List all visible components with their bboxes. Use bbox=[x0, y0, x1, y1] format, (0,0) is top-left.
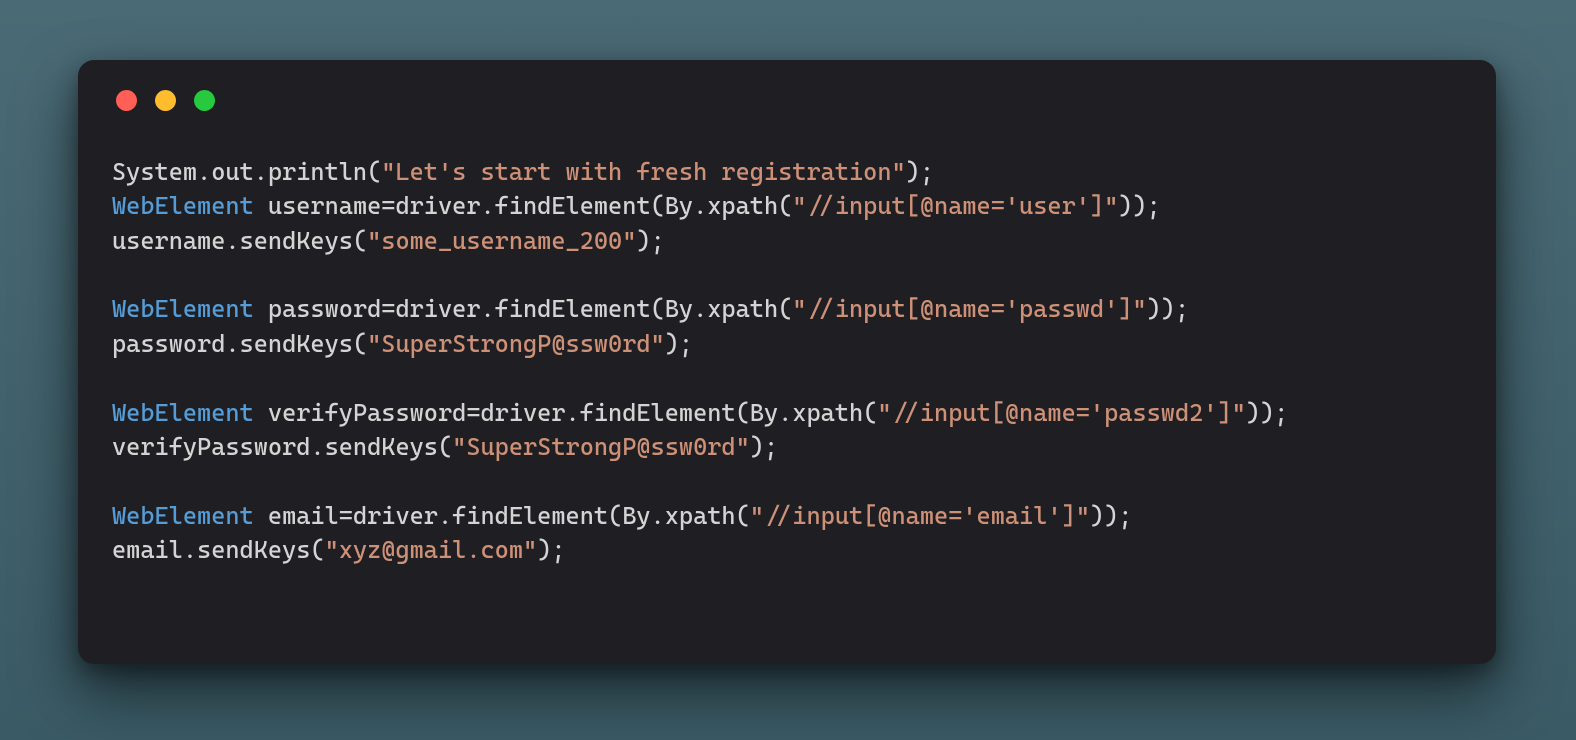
code-token: "xyz@gmail.com" bbox=[325, 536, 538, 564]
code-line: email.sendKeys("xyz@gmail.com"); bbox=[112, 533, 1462, 567]
code-token: "Let's start with fresh registration" bbox=[381, 158, 905, 186]
minimize-icon[interactable] bbox=[155, 90, 176, 111]
code-line: WebElement verifyPassword=driver.findEle… bbox=[112, 396, 1462, 430]
code-token: email=driver.findElement(By.xpath( bbox=[254, 502, 750, 530]
code-token: username=driver.findElement(By.xpath( bbox=[254, 192, 793, 220]
code-line: password.sendKeys("SuperStrongP@ssw0rd")… bbox=[112, 327, 1462, 361]
code-line: WebElement username=driver.findElement(B… bbox=[112, 189, 1462, 223]
code-token: "some_username_200" bbox=[367, 227, 636, 255]
code-token: )); bbox=[1147, 295, 1190, 323]
code-token: WebElement bbox=[112, 295, 254, 323]
code-token: password=driver.findElement(By.xpath( bbox=[254, 295, 793, 323]
code-token: ); bbox=[636, 227, 664, 255]
code-line bbox=[112, 464, 1462, 498]
code-token: "//input[@name='passwd2']" bbox=[877, 399, 1245, 427]
code-token: ); bbox=[750, 433, 778, 461]
window-controls bbox=[116, 90, 1462, 111]
code-token: "//input[@name='passwd']" bbox=[792, 295, 1146, 323]
code-token: username.sendKeys( bbox=[112, 227, 367, 255]
code-token: ); bbox=[665, 330, 693, 358]
code-line bbox=[112, 361, 1462, 395]
code-line: WebElement password=driver.findElement(B… bbox=[112, 292, 1462, 326]
code-token: )); bbox=[1246, 399, 1289, 427]
code-editor-window: System.out.println("Let's start with fre… bbox=[78, 60, 1496, 664]
zoom-icon[interactable] bbox=[194, 90, 215, 111]
code-token: WebElement bbox=[112, 399, 254, 427]
code-token: "SuperStrongP@ssw0rd" bbox=[367, 330, 665, 358]
code-token: WebElement bbox=[112, 192, 254, 220]
code-token: )); bbox=[1118, 192, 1161, 220]
code-token: verifyPassword.sendKeys( bbox=[112, 433, 452, 461]
code-token: System.out.println( bbox=[112, 158, 381, 186]
code-token: )); bbox=[1090, 502, 1133, 530]
code-line: System.out.println("Let's start with fre… bbox=[112, 155, 1462, 189]
code-token: "//input[@name='email']" bbox=[750, 502, 1090, 530]
code-line: username.sendKeys("some_username_200"); bbox=[112, 224, 1462, 258]
code-line bbox=[112, 258, 1462, 292]
code-token: WebElement bbox=[112, 502, 254, 530]
code-block[interactable]: System.out.println("Let's start with fre… bbox=[112, 155, 1462, 567]
code-token: ); bbox=[906, 158, 934, 186]
code-token: email.sendKeys( bbox=[112, 536, 325, 564]
code-token: password.sendKeys( bbox=[112, 330, 367, 358]
code-token: "//input[@name='user']" bbox=[792, 192, 1118, 220]
code-token: ); bbox=[537, 536, 565, 564]
code-line: verifyPassword.sendKeys("SuperStrongP@ss… bbox=[112, 430, 1462, 464]
code-token: "SuperStrongP@ssw0rd" bbox=[452, 433, 750, 461]
code-token: verifyPassword=driver.findElement(By.xpa… bbox=[254, 399, 878, 427]
close-icon[interactable] bbox=[116, 90, 137, 111]
code-line: WebElement email=driver.findElement(By.x… bbox=[112, 499, 1462, 533]
